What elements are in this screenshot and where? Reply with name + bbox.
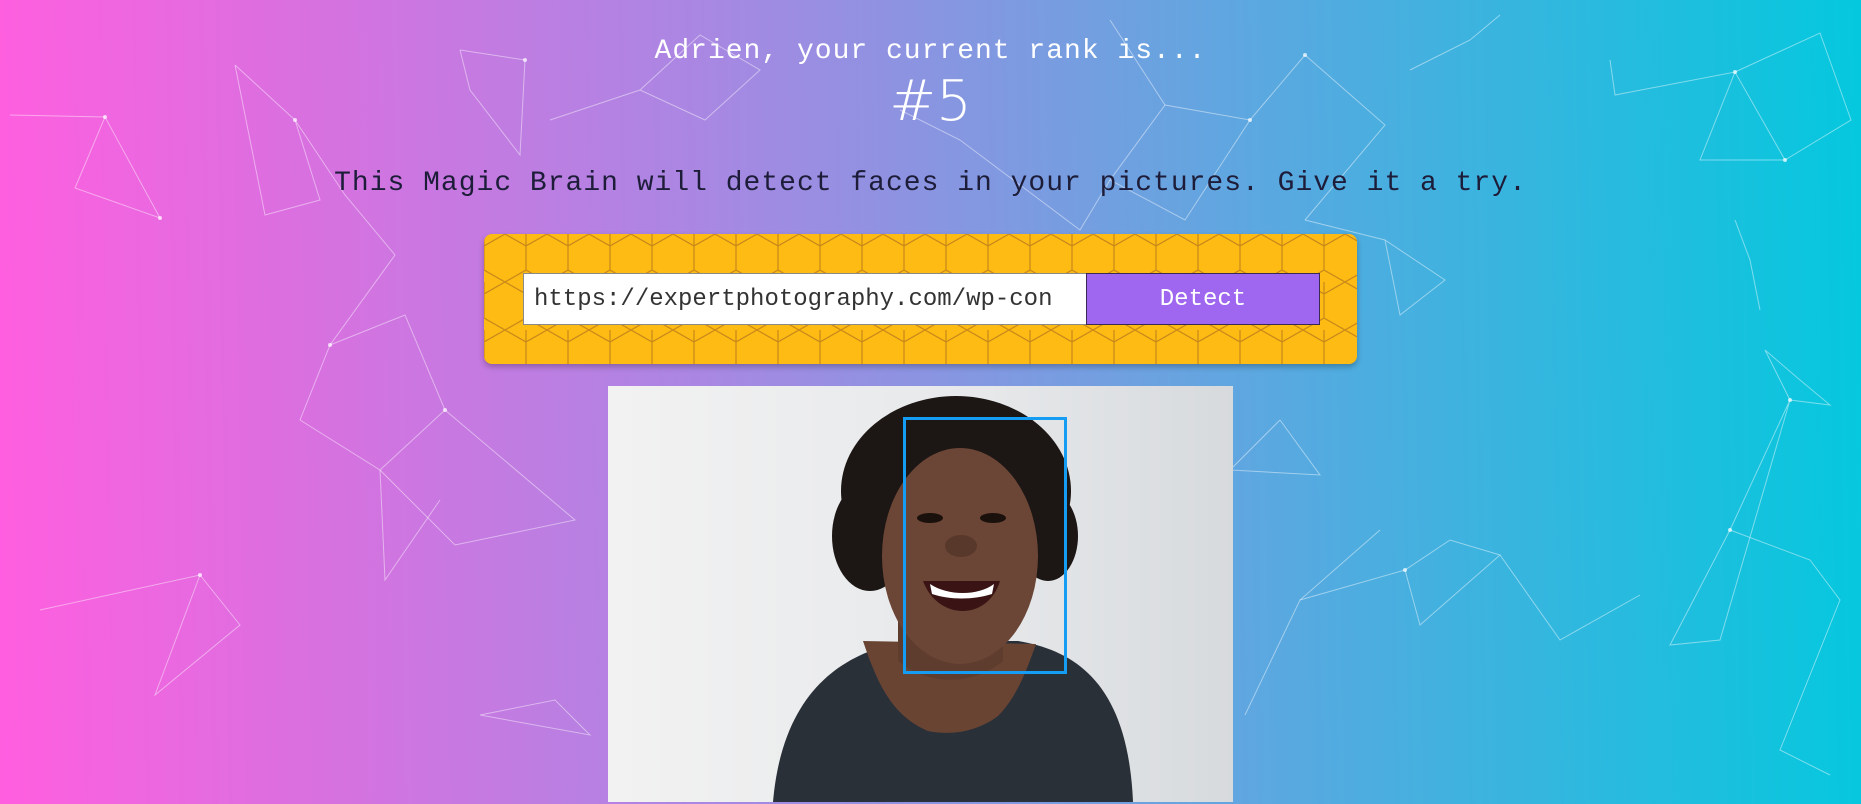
rank-greeting: Adrien, your current rank is... (654, 36, 1207, 67)
app-tagline: This Magic Brain will detect faces in yo… (334, 168, 1527, 199)
detect-button[interactable]: Detect (1086, 273, 1320, 325)
image-url-input[interactable] (523, 273, 1087, 325)
image-url-form: Detect (484, 234, 1357, 364)
rank-value: #5 (889, 69, 972, 134)
face-bounding-box (903, 417, 1067, 674)
